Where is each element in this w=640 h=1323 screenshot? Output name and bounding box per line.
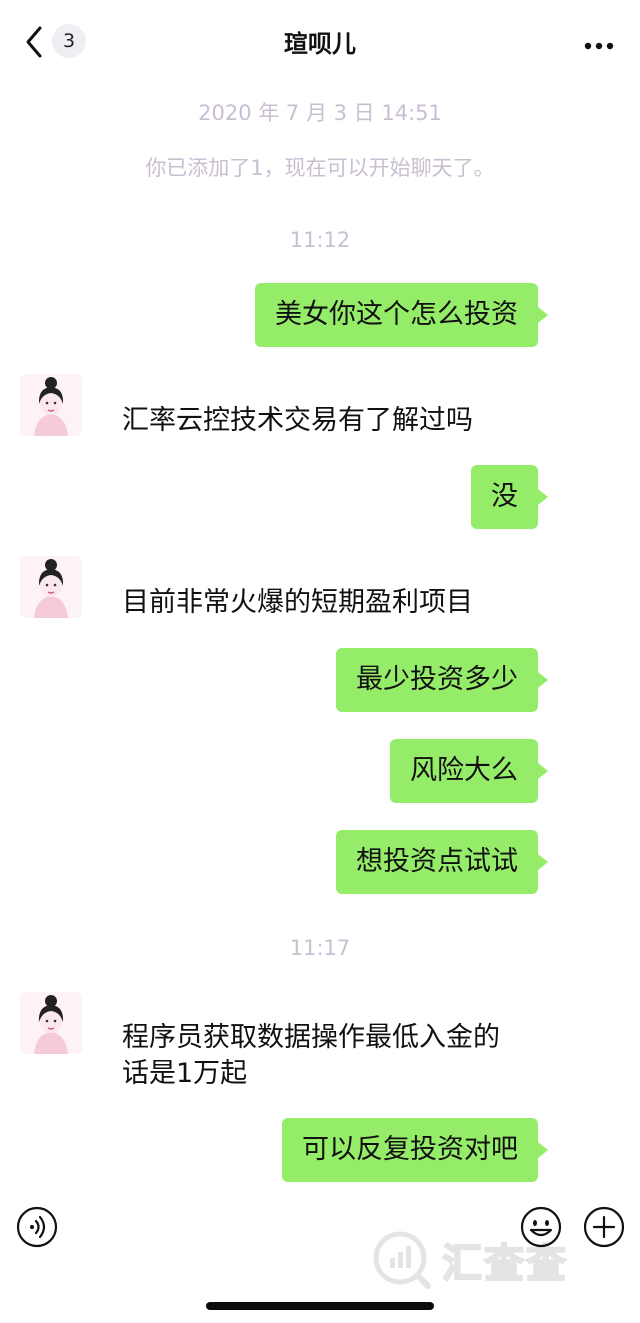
outgoing-message-bubble[interactable]: 可以反复投资对吧	[282, 1118, 548, 1182]
emoji-icon	[520, 1206, 562, 1248]
chat-header: 3 瑄呗儿	[0, 0, 640, 84]
more-functions-button[interactable]	[583, 1206, 625, 1248]
outgoing-message-bubble[interactable]: 想投资点试试	[336, 830, 548, 894]
friend-added-note: 你已添加了1，现在可以开始聊天了。	[145, 156, 495, 180]
outgoing-message-bubble[interactable]: 没	[471, 465, 548, 529]
contact-avatar[interactable]	[20, 556, 82, 618]
outgoing-message-bubble[interactable]: 最少投资多少	[336, 648, 548, 712]
timestamp: 11:12	[289, 228, 351, 252]
incoming-message-bubble[interactable]: 程序员获取数据操作最低入金的话是1万起	[120, 1006, 528, 1106]
input-bar: 汇查查	[0, 1194, 640, 1323]
contact-avatar[interactable]	[20, 992, 82, 1054]
woman-portrait-icon	[20, 556, 82, 618]
more-dots-icon	[584, 42, 614, 50]
outgoing-message-bubble[interactable]: 风险大么	[390, 739, 548, 803]
watermark-logo-icon	[373, 1231, 431, 1289]
more-button[interactable]	[584, 36, 614, 50]
voice-input-button[interactable]	[16, 1206, 58, 1248]
incoming-message-bubble[interactable]: 目前非常火爆的短期盈利项目	[120, 571, 475, 635]
incoming-message-bubble[interactable]: 汇率云控技术交易有了解过吗	[120, 389, 475, 453]
emoji-button[interactable]	[520, 1206, 562, 1248]
voice-icon	[16, 1206, 58, 1248]
plus-icon	[583, 1206, 625, 1248]
outgoing-message-bubble[interactable]: 美女你这个怎么投资	[255, 283, 548, 347]
chat-title: 瑄呗儿	[284, 30, 356, 58]
home-indicator[interactable]	[206, 1302, 434, 1310]
chat-area[interactable]: 2020 年 7 月 3 日 14:51 你已添加了1，现在可以开始聊天了。 1…	[0, 84, 640, 1194]
woman-portrait-icon	[20, 374, 82, 436]
contact-avatar[interactable]	[20, 374, 82, 436]
timestamp: 2020 年 7 月 3 日 14:51	[198, 101, 442, 125]
woman-portrait-icon	[20, 992, 82, 1054]
timestamp: 11:17	[289, 936, 351, 960]
